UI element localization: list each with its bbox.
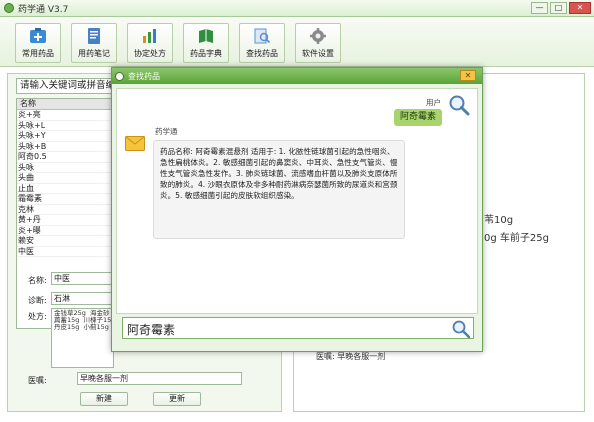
minimize-button[interactable]: — bbox=[531, 2, 548, 14]
user-label: 用户 bbox=[426, 98, 441, 107]
list-header-name[interactable]: 名称 bbox=[17, 99, 113, 110]
gear-icon bbox=[310, 28, 326, 44]
drug-notes-button[interactable]: 用药笔记 bbox=[71, 23, 117, 63]
list-item[interactable]: 头咏 bbox=[17, 163, 113, 173]
list-item[interactable]: 头曲 bbox=[17, 173, 113, 184]
prescription-field[interactable]: 金钱草25g 海金砂 萹蓄15g 川楝子15 丹皮15g 小蓟15g bbox=[51, 308, 114, 368]
preview-line-3: 医嘱: 早晚各服一剂 bbox=[316, 352, 386, 361]
update-button[interactable]: 更新 bbox=[153, 392, 201, 406]
list-item[interactable]: 炎+曝 bbox=[17, 226, 113, 236]
list-item[interactable]: 克林 bbox=[17, 205, 113, 215]
toolbar: 常用药品 用药笔记 协定处方 药品字典 查找药品 软件设置 bbox=[0, 17, 594, 67]
name-field[interactable]: 中医 bbox=[51, 272, 114, 285]
settings-button[interactable]: 软件设置 bbox=[295, 23, 341, 63]
agreed-prescription-button[interactable]: 协定处方 bbox=[127, 23, 173, 63]
dialog-title-bar: 查找药品 ✕ bbox=[112, 68, 482, 84]
list-item[interactable]: 阿奇0.5 bbox=[17, 152, 113, 163]
diagnosis-label: 诊断: bbox=[28, 296, 47, 305]
drug-query-value: 阿奇霉素 bbox=[127, 323, 176, 337]
keyword-search-input[interactable]: 请输入关键词或拼音编 bbox=[16, 78, 114, 94]
find-drug-button[interactable]: 查找药品 bbox=[239, 23, 285, 63]
search-icon[interactable] bbox=[451, 319, 471, 339]
tool-label: 常用药品 bbox=[22, 49, 54, 58]
prescription-label: 处方: bbox=[28, 312, 47, 321]
name-label: 名称: bbox=[28, 276, 47, 285]
tool-label: 协定处方 bbox=[134, 49, 166, 58]
envelope-icon bbox=[125, 136, 145, 151]
advice-field[interactable]: 早晚各服一剂 bbox=[77, 372, 242, 385]
list-item[interactable]: 头咏+B bbox=[17, 142, 113, 152]
chat-area: 用户 阿奇霉素 药学通 药品名称: 阿奇霉素混悬剂 适用于: 1. 化脓性链球菌… bbox=[116, 88, 478, 314]
list-item[interactable]: 霜霉素 bbox=[17, 194, 113, 205]
medicine-box-icon bbox=[30, 28, 46, 43]
maximize-button[interactable]: □ bbox=[550, 2, 567, 14]
common-drugs-button[interactable]: 常用药品 bbox=[15, 23, 61, 63]
list-item[interactable]: 炎+亮 bbox=[17, 110, 113, 121]
tool-label: 药品字典 bbox=[190, 49, 222, 58]
user-avatar-search-icon bbox=[449, 95, 470, 116]
list-item[interactable]: 止血 bbox=[17, 184, 113, 194]
tool-label: 查找药品 bbox=[246, 49, 278, 58]
advice-label: 医嘱: bbox=[28, 376, 47, 385]
dialog-app-icon bbox=[115, 71, 124, 81]
bot-name: 药学通 bbox=[155, 127, 178, 136]
user-message-bubble: 阿奇霉素 bbox=[393, 109, 442, 126]
diagnosis-field[interactable]: 石淋 bbox=[51, 292, 114, 305]
bot-message-bubble: 药品名称: 阿奇霉素混悬剂 适用于: 1. 化脓性链球菌引起的急性咽炎、急性扁桃… bbox=[153, 140, 405, 239]
dialog-title: 查找药品 bbox=[128, 71, 160, 81]
title-bar: 药学通 V3.7 — □ ✕ bbox=[0, 0, 594, 17]
drug-dictionary-button[interactable]: 药品字典 bbox=[183, 23, 229, 63]
list-item[interactable]: 中医 bbox=[17, 247, 113, 257]
book-icon bbox=[199, 29, 213, 43]
drug-query-input[interactable]: 阿奇霉素 bbox=[122, 317, 474, 339]
search-doc-icon bbox=[254, 28, 271, 44]
list-item[interactable]: 头咏+Y bbox=[17, 131, 113, 142]
app-logo-icon bbox=[4, 3, 14, 13]
tool-label: 软件设置 bbox=[302, 49, 334, 58]
app-title: 药学通 V3.7 bbox=[18, 4, 69, 15]
preview-line-2: 0g 车前子25g bbox=[484, 233, 549, 244]
dialog-close-button[interactable]: ✕ bbox=[460, 70, 476, 81]
new-button[interactable]: 新建 bbox=[80, 392, 128, 406]
notebook-icon bbox=[88, 28, 100, 44]
find-drug-dialog: 查找药品 ✕ 用户 阿奇霉素 药学通 药品名称: 阿奇霉素混悬剂 适用于: 1.… bbox=[111, 67, 483, 352]
list-item[interactable]: 赖安 bbox=[17, 236, 113, 247]
close-button[interactable]: ✕ bbox=[569, 2, 591, 14]
list-item[interactable]: 头咏+L bbox=[17, 121, 113, 131]
preview-line-1: 苇10g bbox=[484, 215, 514, 226]
list-item[interactable]: 黄+丹 bbox=[17, 215, 113, 226]
window-controls: — □ ✕ bbox=[531, 2, 591, 14]
chart-icon bbox=[143, 29, 156, 43]
tool-label: 用药笔记 bbox=[78, 49, 110, 58]
